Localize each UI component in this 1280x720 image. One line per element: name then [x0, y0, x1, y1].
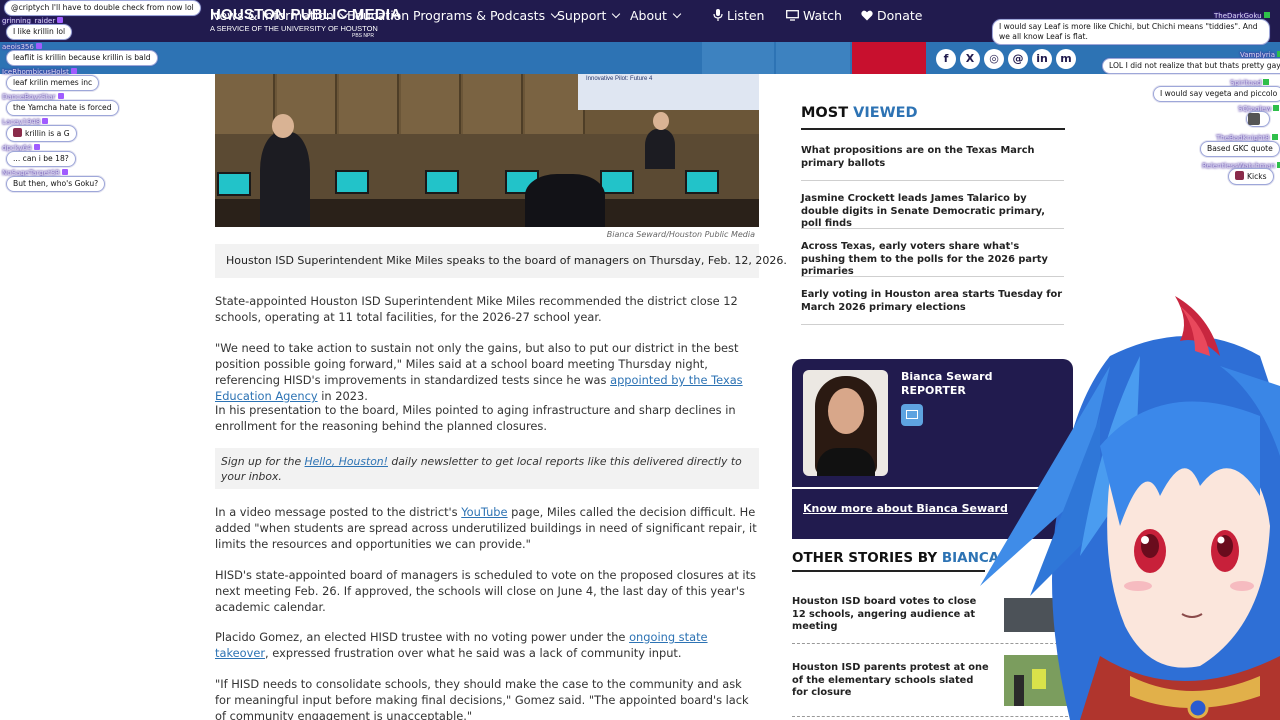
- threads-icon[interactable]: @: [1008, 49, 1028, 69]
- watch-button[interactable]: [776, 42, 850, 74]
- monitor-icon: [786, 10, 799, 21]
- chat-message: [1246, 111, 1270, 127]
- chat-message: I like krillin lol: [6, 24, 73, 40]
- nav-label: News & Information: [210, 8, 334, 23]
- chat-message: the Yamcha hate is forced: [6, 100, 119, 116]
- hello-houston-link[interactable]: Hello, Houston!: [305, 455, 388, 468]
- article-paragraph: HISD's state-appointed board of managers…: [215, 568, 756, 614]
- chat-message: Kicks: [1228, 168, 1274, 185]
- chat-message: I would say Leaf is more like Chichi, bu…: [992, 19, 1270, 45]
- most-viewed-item[interactable]: Across Texas, early voters share what's …: [801, 241, 1063, 279]
- chevron-down-icon: [612, 9, 621, 19]
- listen-button[interactable]: [702, 42, 774, 74]
- chat-message: ... can i be 18?: [6, 151, 76, 167]
- article-paragraph: In his presentation to the board, Miles …: [215, 403, 736, 433]
- divider: [801, 228, 1064, 229]
- article-paragraph: State-appointed Houston ISD Superintende…: [215, 294, 738, 324]
- author-photo: [803, 370, 888, 476]
- logo-partners: PBS NPR: [352, 33, 374, 39]
- article-photo: Innovative Pilot: Future 4: [215, 74, 759, 227]
- most-viewed-heading: MOST VIEWED: [801, 105, 918, 121]
- listen-label: Listen: [727, 8, 765, 23]
- x-icon[interactable]: X: [960, 49, 980, 69]
- facebook-icon[interactable]: f: [936, 49, 956, 69]
- newsletter-promo-text: Sign up for the Hello, Houston! daily ne…: [221, 455, 742, 483]
- nav-label: Support: [557, 8, 607, 23]
- most-viewed-item[interactable]: Jasmine Crockett leads James Talarico by…: [801, 193, 1063, 231]
- vtuber-avatar: [960, 296, 1280, 720]
- chat-message: LOL I did not realize that but thats pre…: [1102, 58, 1280, 74]
- emote-icon: [1235, 171, 1244, 180]
- divider: [801, 180, 1064, 181]
- heart-icon: [861, 10, 873, 21]
- author-role: REPORTER: [901, 384, 966, 397]
- email-icon[interactable]: [901, 404, 923, 426]
- heading-rule: [792, 570, 985, 572]
- watch-label: Watch: [803, 8, 842, 23]
- youtube-link[interactable]: YouTube: [461, 505, 507, 519]
- presentation-screen: Innovative Pilot: Future 4: [578, 74, 759, 110]
- linkedin-icon[interactable]: in: [1032, 49, 1052, 69]
- emote-icon: [13, 128, 22, 137]
- chat-message: I would say vegeta and piccolo: [1153, 86, 1280, 102]
- chevron-down-icon: [672, 9, 682, 19]
- watch-label-wrap[interactable]: Watch: [786, 0, 842, 32]
- chat-message: But then, who's Goku?: [6, 176, 106, 192]
- photo-caption: Houston ISD Superintendent Mike Miles sp…: [226, 254, 787, 267]
- article-paragraph: "If HISD needs to consolidate schools, t…: [215, 677, 749, 720]
- article-paragraph: Placido Gomez, an elected HISD trustee w…: [215, 630, 708, 660]
- microphone-icon: [713, 9, 723, 21]
- donate-button[interactable]: [852, 42, 926, 74]
- chat-message: leaflit is krillin because krillin is ba…: [6, 50, 158, 66]
- mastodon-icon[interactable]: m: [1056, 49, 1076, 69]
- listen-label-wrap[interactable]: Listen: [713, 0, 764, 32]
- nav-support[interactable]: Support: [557, 0, 621, 32]
- donate-label-wrap[interactable]: Donate: [861, 0, 922, 32]
- nav-label: About: [630, 8, 667, 23]
- instagram-icon[interactable]: ◎: [984, 49, 1004, 69]
- emote-icon: [1248, 113, 1260, 125]
- main-nav: [0, 42, 1280, 74]
- article-paragraph: In a video message posted to the distric…: [215, 505, 757, 551]
- nav-programs-podcasts[interactable]: Programs & Podcasts: [413, 0, 560, 32]
- chat-message: @criptych I'll have to double check from…: [4, 0, 201, 16]
- most-viewed-item[interactable]: What propositions are on the Texas March…: [801, 145, 1063, 170]
- donate-label: Donate: [877, 8, 923, 23]
- chat-message: leaf krilin memes inc: [6, 75, 100, 91]
- nav-label: Education: [347, 8, 410, 23]
- article-paragraph: "We need to take action to sustain not o…: [215, 341, 743, 403]
- nav-news-information[interactable]: News & Information: [210, 0, 349, 32]
- photo-credit: Bianca Seward/Houston Public Media: [606, 230, 755, 239]
- chat-message: Based GKC quote: [1200, 141, 1280, 157]
- nav-about[interactable]: About: [630, 0, 682, 32]
- heading-rule: [801, 128, 1065, 130]
- nav-label: Programs & Podcasts: [413, 8, 546, 23]
- divider: [801, 276, 1064, 277]
- nav-education[interactable]: Education: [347, 0, 409, 32]
- chat-message: krillin is a G: [6, 125, 77, 142]
